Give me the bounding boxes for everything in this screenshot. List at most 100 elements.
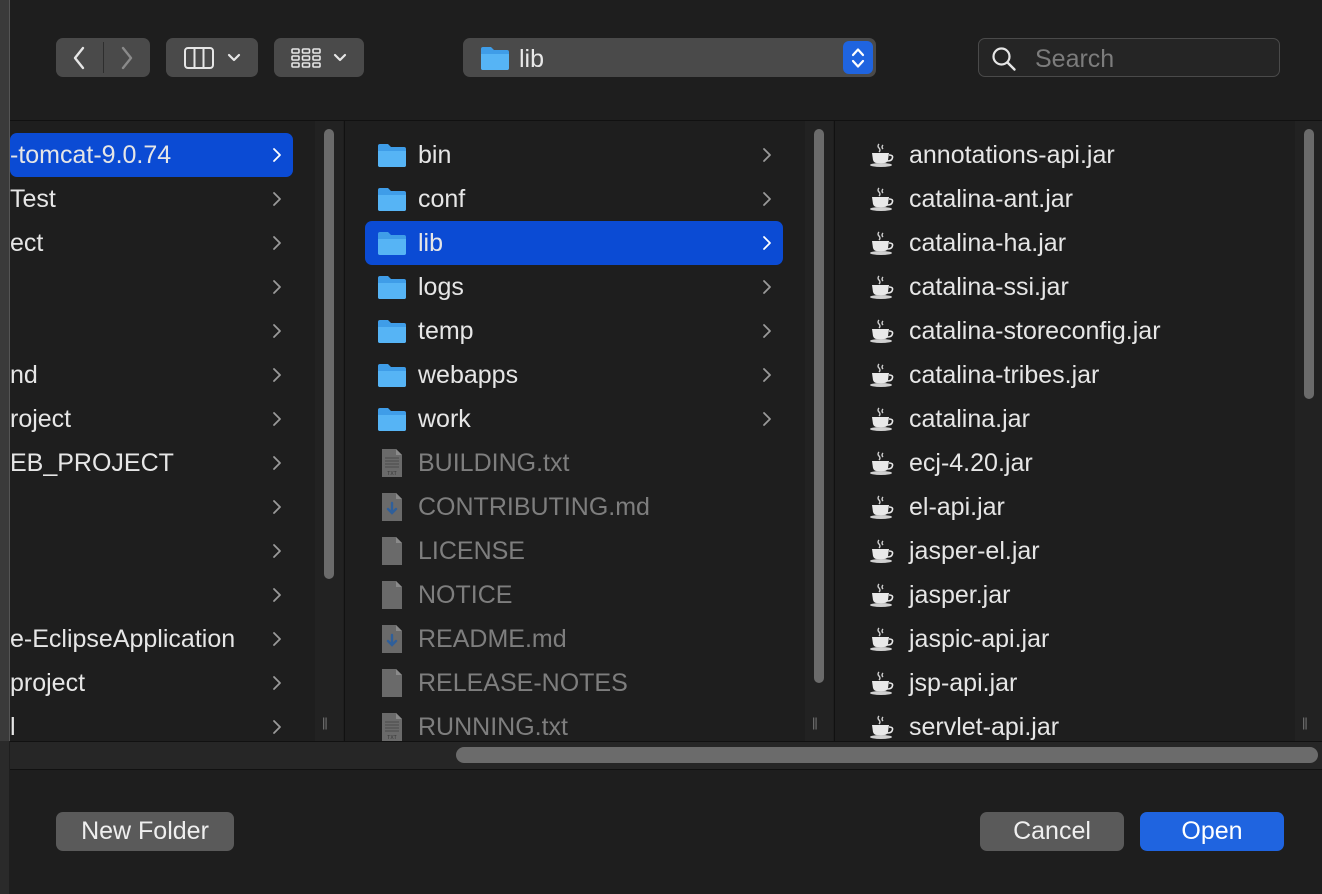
file-row[interactable]: servlet-api.jar <box>857 705 1287 741</box>
java-jar-icon <box>867 272 897 302</box>
file-row[interactable]: annotations-api.jar <box>857 133 1287 177</box>
file-row[interactable]: ecj-4.20.jar <box>857 441 1287 485</box>
folder-row[interactable]: ect <box>10 221 293 265</box>
file-row[interactable]: jaspic-api.jar <box>857 617 1287 661</box>
folder-row[interactable]: temp <box>365 309 783 353</box>
folder-row[interactable]: nd <box>10 353 293 397</box>
folder-row[interactable]: -tomcat-9.0.74 <box>10 133 293 177</box>
cancel-button[interactable]: Cancel <box>980 812 1124 851</box>
item-label: annotations-api.jar <box>909 140 1115 169</box>
markdown-file-icon <box>377 492 407 522</box>
new-folder-button[interactable]: New Folder <box>56 812 234 851</box>
file-row[interactable]: jasper-el.jar <box>857 529 1287 573</box>
chevron-left-icon <box>73 46 85 69</box>
file-row[interactable]: catalina-tribes.jar <box>857 353 1287 397</box>
folder-row[interactable]: logs <box>365 265 783 309</box>
item-label: project <box>10 668 86 697</box>
chevron-right-icon <box>273 544 281 558</box>
group-by-button[interactable] <box>274 38 364 77</box>
folder-row[interactable] <box>10 309 293 353</box>
folder-icon <box>481 47 509 70</box>
document-icon <box>377 536 407 566</box>
open-button[interactable]: Open <box>1140 812 1284 851</box>
item-label: l <box>10 712 16 741</box>
file-row[interactable]: catalina-ha.jar <box>857 221 1287 265</box>
forward-button[interactable] <box>104 38 150 77</box>
file-row[interactable]: jsp-api.jar <box>857 661 1287 705</box>
folder-row[interactable]: conf <box>365 177 783 221</box>
column3-scroll-thumb[interactable] <box>1304 129 1314 399</box>
horizontal-scroll-thumb[interactable] <box>456 747 1318 763</box>
file-row[interactable]: catalina-storeconfig.jar <box>857 309 1287 353</box>
chevron-right-icon <box>273 280 281 294</box>
folder-row[interactable]: e-EclipseApplication <box>10 617 293 661</box>
item-label: nd <box>10 360 38 389</box>
folder-row[interactable] <box>10 485 293 529</box>
file-row[interactable]: README.md <box>365 617 783 661</box>
file-row[interactable]: TXT BUILDING.txt <box>365 441 783 485</box>
file-row[interactable]: NOTICE <box>365 573 783 617</box>
item-label: ect <box>10 228 44 257</box>
view-mode-button[interactable] <box>166 38 258 77</box>
tomcat-folder-column: bin conf lib logs temp webapps work TXT BUILDING… <box>345 121 805 741</box>
item-label: conf <box>418 184 466 213</box>
file-row[interactable]: catalina.jar <box>857 397 1287 441</box>
folder-row[interactable]: project <box>10 661 293 705</box>
item-label: catalina-storeconfig.jar <box>909 316 1161 345</box>
location-label: lib <box>519 45 545 73</box>
file-row[interactable]: el-api.jar <box>857 485 1287 529</box>
folder-icon <box>377 404 407 434</box>
folder-row[interactable]: webapps <box>365 353 783 397</box>
item-label: README.md <box>418 624 567 653</box>
txt-file-icon: TXT <box>377 712 407 741</box>
column3-scrollbar[interactable]: || <box>1295 121 1322 741</box>
column-resize-handle[interactable]: || <box>322 715 328 730</box>
file-row[interactable]: CONTRIBUTING.md <box>365 485 783 529</box>
folder-row[interactable]: Test <box>10 177 293 221</box>
column2-scroll-thumb[interactable] <box>814 129 824 683</box>
folder-row[interactable]: lib <box>365 221 783 265</box>
file-row[interactable]: TXT RUNNING.txt <box>365 705 783 741</box>
item-label: temp <box>418 316 474 345</box>
column1-scroll-thumb[interactable] <box>324 129 334 579</box>
chevron-right-icon <box>763 368 771 382</box>
chevron-right-icon <box>273 236 281 250</box>
search-input[interactable] <box>1033 43 1267 75</box>
column-resize-handle[interactable]: || <box>1302 715 1308 730</box>
svg-text:TXT: TXT <box>387 471 396 477</box>
location-popup[interactable]: lib <box>463 38 876 77</box>
folder-row[interactable]: l <box>10 705 293 741</box>
java-jar-icon <box>867 668 897 698</box>
txt-file-icon: TXT <box>377 448 407 478</box>
java-jar-icon <box>867 712 897 741</box>
folder-row[interactable] <box>10 265 293 309</box>
column2-scrollbar[interactable]: || <box>805 121 833 741</box>
java-jar-icon <box>867 580 897 610</box>
column1-scrollbar[interactable]: || <box>315 121 343 741</box>
java-jar-icon <box>867 140 897 170</box>
file-row[interactable]: catalina-ant.jar <box>857 177 1287 221</box>
java-jar-icon <box>867 536 897 566</box>
java-jar-icon <box>867 316 897 346</box>
item-label: BUILDING.txt <box>418 448 570 477</box>
file-row[interactable]: RELEASE-NOTES <box>365 661 783 705</box>
folder-icon <box>377 228 407 258</box>
chevron-down-icon <box>227 53 241 61</box>
column-resize-handle[interactable]: || <box>812 715 818 730</box>
file-row[interactable]: LICENSE <box>365 529 783 573</box>
java-jar-icon <box>867 448 897 478</box>
folder-row[interactable] <box>10 529 293 573</box>
chevron-right-icon <box>763 148 771 162</box>
item-label: LICENSE <box>418 536 525 565</box>
folder-row[interactable] <box>10 573 293 617</box>
folder-row[interactable]: bin <box>365 133 783 177</box>
folder-row[interactable]: EB_PROJECT <box>10 441 293 485</box>
search-field[interactable] <box>978 38 1280 77</box>
window-edge-lower <box>0 741 9 894</box>
file-row[interactable]: jasper.jar <box>857 573 1287 617</box>
back-button[interactable] <box>56 38 102 77</box>
folder-row[interactable]: work <box>365 397 783 441</box>
location-stepper[interactable] <box>843 41 873 74</box>
folder-row[interactable]: roject <box>10 397 293 441</box>
file-row[interactable]: catalina-ssi.jar <box>857 265 1287 309</box>
